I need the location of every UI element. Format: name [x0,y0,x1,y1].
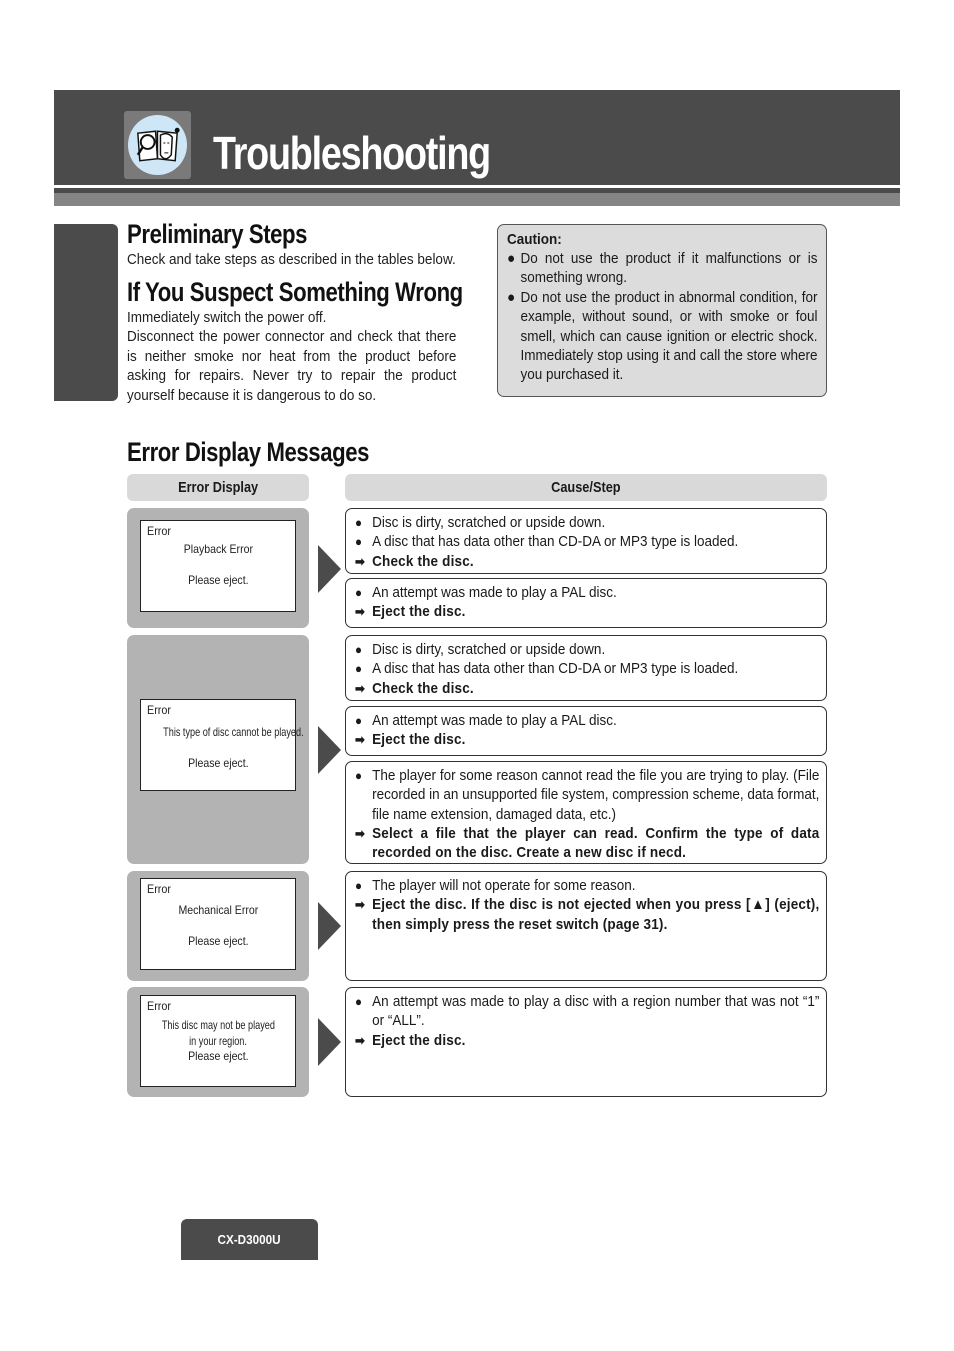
cause-item: ● An attempt was made to play a PAL disc. [355,712,617,729]
caution-item: ● Do not use the product in abnormal con… [507,288,818,384]
section-side-tab [54,224,118,401]
error-display-panel: Error Playback Error Please eject. [127,508,309,628]
error-screen: Error Playback Error Please eject. [140,520,296,612]
arrow-right-icon: ➡ [355,604,365,620]
arrow-right-icon: ➡ [355,553,365,569]
cause-item: ● The player will not operate for some re… [355,877,636,894]
pointer-arrow-icon [318,902,341,950]
step-item: ➡ Check the disc. [355,679,474,697]
arrow-right-icon: ➡ [355,680,365,696]
cause-step-box: ● Disc is dirty, scratched or upside down… [345,635,827,701]
cause-step-box: ● An attempt was made to play a PAL disc.… [345,578,827,628]
error-display-panel: Error This type of disc cannot be played… [127,635,309,864]
bullet-icon: ● [507,288,516,306]
bullet-icon: ● [507,250,516,267]
caution-item: ● Do not use the product if it malfuncti… [507,250,818,287]
error-screen: Error This disc may not be played in you… [140,995,296,1087]
caution-title: Caution: [507,231,562,248]
cause-item: ● The player for some reason cannot read … [355,767,820,823]
cause-item: ● An attempt was made to play a disc with… [355,993,820,1030]
pointer-arrow-icon [318,726,341,774]
cause-step-box: ● An attempt was made to play a PAL disc.… [345,706,827,756]
step-item: ➡ Select a file that the player can read.… [355,824,820,862]
cause-item: ● Disc is dirty, scratched or upside down… [355,641,606,658]
column-header-error-display: Error Display [127,474,309,501]
step-item: ➡ Eject the disc. [355,1031,466,1049]
cause-item: ● A disc that has data other than CD-DA o… [355,660,739,678]
step-item: ➡ Eject the disc. If the disc is not ejec… [355,896,820,933]
header-divider-light [54,193,900,206]
step-item: ➡ Eject the disc. [355,731,466,749]
cause-step-box: ● The player for some reason cannot read … [345,761,827,864]
suspect-line1: Immediately switch the power off. [127,308,327,326]
arrow-right-icon: ➡ [355,825,365,841]
step-item: ➡ Eject the disc. [355,603,466,621]
cause-step-box: ● Disc is dirty, scratched or upside down… [345,508,827,574]
column-header-cause-step: Cause/Step [345,474,827,501]
cause-step-box: ● An attempt was made to play a disc with… [345,987,827,1097]
cause-item: ● A disc that has data other than CD-DA o… [355,533,739,551]
intro-section: Preliminary Steps Check and take steps a… [127,218,463,405]
cause-item: ● Disc is dirty, scratched or upside down… [355,514,606,531]
step-item: ➡ Check the disc. [355,552,474,570]
error-display-panel: Error This disc may not be played in you… [127,987,309,1097]
cause-item: ● An attempt was made to play a PAL disc. [355,584,617,601]
error-display-panel: Error Mechanical Error Please eject. [127,871,309,981]
suspect-line2: Disconnect the power connector and check… [127,328,457,404]
model-number-tab: CX-D3000U [181,1219,318,1260]
arrow-right-icon: ➡ [355,732,365,748]
page-title: Troubleshooting [213,127,491,179]
caution-box: Caution: ● Do not use the product if it … [497,224,827,397]
arrow-right-icon: ➡ [355,1032,365,1048]
preliminary-text: Check and take steps as described in the… [127,251,456,268]
suspect-heading: If You Suspect Something Wrong [127,276,463,307]
pointer-arrow-icon [318,1018,341,1066]
manual-magnifier-icon [124,111,191,179]
error-screen: Error This type of disc cannot be played… [140,699,304,791]
preliminary-heading: Preliminary Steps [127,219,308,249]
cause-step-box: ● The player will not operate for some re… [345,871,827,981]
pointer-arrow-icon [318,545,341,593]
error-messages-heading: Error Display Messages [127,437,370,467]
arrow-right-icon: ➡ [355,897,365,913]
error-screen: Error Mechanical Error Please eject. [140,878,296,970]
